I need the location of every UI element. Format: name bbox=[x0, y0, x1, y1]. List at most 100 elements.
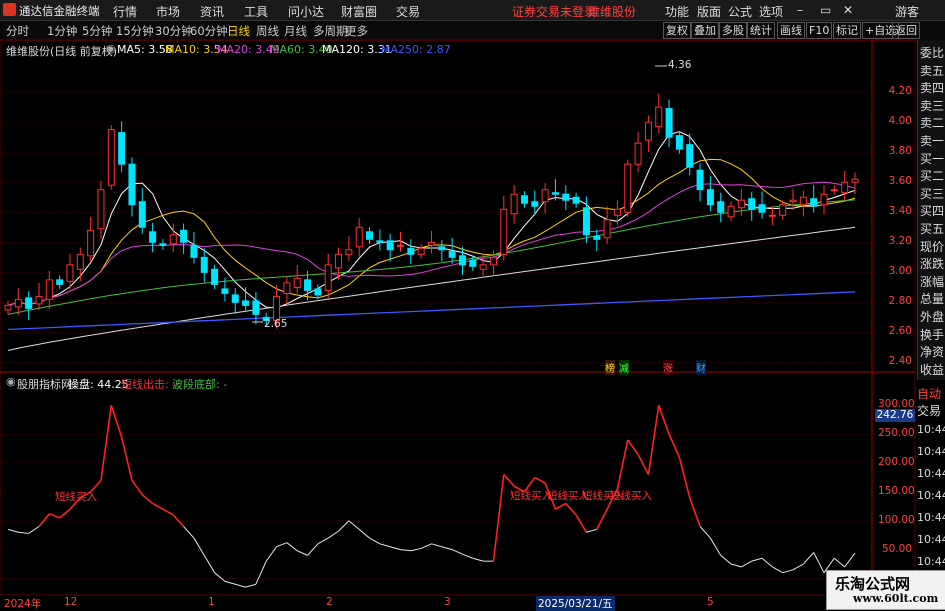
side-panel-label[interactable]: 外盘 bbox=[920, 308, 945, 325]
candle-body bbox=[665, 108, 673, 138]
side-panel-label[interactable]: 买五 bbox=[920, 220, 945, 237]
candle-body bbox=[231, 294, 239, 303]
candle-body bbox=[200, 256, 208, 273]
indicator-segment bbox=[657, 405, 670, 435]
candle-body bbox=[458, 255, 466, 266]
candle-body bbox=[314, 288, 322, 296]
candle-body bbox=[345, 249, 353, 255]
indicator-segment bbox=[782, 569, 794, 574]
indicator-segment bbox=[358, 529, 370, 539]
trade-toggle[interactable]: 交易 bbox=[917, 402, 945, 419]
candle-body bbox=[87, 229, 95, 257]
indicator-segment bbox=[834, 557, 845, 568]
indicator-segment bbox=[379, 543, 391, 548]
indicator-segment bbox=[214, 572, 226, 582]
side-panel-label[interactable]: 委比 bbox=[920, 44, 945, 61]
candle-body bbox=[386, 240, 394, 251]
event-tag-reduce[interactable]: 减 bbox=[619, 360, 629, 375]
candle-body bbox=[273, 295, 281, 321]
candle-body bbox=[686, 144, 694, 168]
chart-annotations bbox=[252, 65, 667, 323]
indicator-segment bbox=[338, 520, 350, 532]
candle-body bbox=[479, 264, 487, 270]
tick-time: 10:44 bbox=[917, 489, 945, 502]
candle-body bbox=[180, 229, 188, 243]
side-panel-label[interactable]: 卖二 bbox=[920, 114, 945, 131]
price-tick-label: 3.00 bbox=[888, 265, 912, 278]
side-panel-label[interactable]: 卖五 bbox=[920, 62, 945, 79]
side-panel-label[interactable]: 总量 bbox=[920, 290, 945, 307]
indicator-segment bbox=[18, 531, 29, 534]
indicator-segment bbox=[131, 479, 143, 496]
candle-body bbox=[582, 207, 590, 236]
indicator-segment bbox=[492, 474, 505, 562]
indicator-segment bbox=[503, 474, 515, 487]
side-panel-label[interactable]: 买二 bbox=[920, 167, 945, 184]
low-price-label: 2.65 bbox=[264, 318, 288, 330]
auto-toggle[interactable]: 自动 bbox=[917, 385, 945, 402]
indicator-segment bbox=[28, 526, 40, 534]
candle-body bbox=[562, 193, 570, 201]
indicator-segment bbox=[586, 528, 597, 533]
candle-body bbox=[56, 279, 64, 285]
side-panel-label[interactable]: 卖四 bbox=[920, 79, 945, 96]
candle-body bbox=[624, 163, 632, 213]
side-panel-label[interactable]: 换手 bbox=[920, 326, 945, 343]
indicator-segment bbox=[59, 508, 71, 519]
side-panel-label[interactable]: 现价 bbox=[920, 238, 945, 255]
side-panel-label[interactable]: 净资 bbox=[920, 343, 945, 360]
candle-body bbox=[644, 121, 652, 141]
tick-time: 10:44 bbox=[917, 533, 945, 546]
candle-body bbox=[376, 240, 384, 243]
buy-label: 短线买入 bbox=[510, 490, 552, 502]
candle-body bbox=[283, 282, 291, 294]
side-panel-label[interactable]: 买一 bbox=[920, 150, 945, 167]
event-tag-rank[interactable]: 榜 bbox=[605, 360, 615, 375]
candle-body bbox=[324, 264, 332, 291]
date-month-3: 3 bbox=[444, 596, 451, 608]
side-panel-label[interactable]: 涨幅 bbox=[920, 273, 945, 290]
candle-body bbox=[407, 247, 415, 255]
side-panel-label[interactable]: 涨跌 bbox=[920, 255, 945, 272]
event-tag-limit-up[interactable]: 涨 bbox=[663, 360, 673, 375]
candle-body bbox=[138, 201, 146, 228]
candle-body bbox=[634, 142, 642, 165]
tick-time: 10:44 bbox=[917, 467, 945, 480]
tick-time: 10:44 bbox=[917, 423, 945, 436]
indicator-segment bbox=[265, 546, 277, 562]
candle-body bbox=[190, 244, 198, 258]
side-panel-label[interactable]: 卖三 bbox=[920, 97, 945, 114]
candle-body bbox=[489, 256, 497, 266]
indicator-segment bbox=[802, 552, 815, 565]
side-panel-label[interactable]: 卖一 bbox=[920, 132, 945, 149]
candle-body bbox=[149, 231, 157, 243]
indicator-segment bbox=[451, 549, 463, 555]
candle-body bbox=[118, 132, 126, 165]
candle-body bbox=[417, 247, 425, 255]
watermark-url: www.60lt.com bbox=[853, 592, 939, 605]
candle-body bbox=[448, 250, 456, 258]
indicator-segment bbox=[761, 557, 773, 568]
event-tag-finance[interactable]: 财 bbox=[696, 360, 706, 375]
kline-chart[interactable] bbox=[0, 0, 945, 609]
quote-side-panel: 委比 卖五 卖四 卖三 卖二 卖一 买一 买二 买三 买四 买五 现价 涨跌 涨幅 总量 外盘 换手 净资 收益 bbox=[917, 40, 945, 380]
indicator-segment bbox=[751, 557, 763, 562]
price-tick-label: 2.80 bbox=[888, 295, 912, 308]
candle-body bbox=[397, 244, 405, 247]
candle-body bbox=[655, 106, 663, 128]
price-tick-label: 4.00 bbox=[888, 115, 912, 128]
candle-body bbox=[613, 208, 621, 216]
side-panel-label[interactable]: 买四 bbox=[920, 202, 945, 219]
candle-body bbox=[355, 226, 363, 248]
candle-body bbox=[572, 196, 580, 204]
candle-body bbox=[45, 279, 53, 300]
side-panel-label[interactable]: 收益 bbox=[920, 361, 945, 378]
candle-body bbox=[531, 201, 539, 207]
indicator-segment bbox=[813, 552, 825, 573]
side-panel-label[interactable]: 买三 bbox=[920, 185, 945, 202]
indicator-segment bbox=[327, 530, 339, 539]
price-tick-label: 3.40 bbox=[888, 205, 912, 218]
candle-body bbox=[768, 214, 776, 217]
indicator-segment bbox=[255, 560, 267, 585]
indicator-segment bbox=[688, 497, 701, 527]
